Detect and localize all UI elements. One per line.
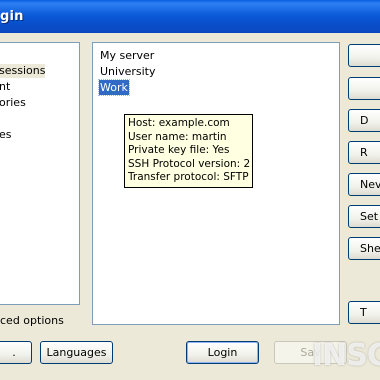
tooltip-private-key: Private key file: Yes bbox=[128, 144, 230, 156]
edit-session-button[interactable] bbox=[348, 77, 380, 100]
watermark-logo: INSC bbox=[312, 338, 380, 373]
tooltip-user-name: User name: martin bbox=[128, 130, 227, 143]
session-tooltip: Host: example.com User name: martin Priv… bbox=[124, 114, 253, 188]
button-label: Login bbox=[207, 346, 238, 359]
button-label: Languages bbox=[46, 346, 107, 359]
nav-item-directories[interactable]: ories bbox=[0, 96, 26, 110]
set-defaults-button[interactable]: Set bbox=[348, 205, 380, 228]
languages-button[interactable]: Languages bbox=[40, 341, 113, 364]
window-title: gin bbox=[0, 9, 24, 24]
advanced-options-checkbox[interactable]: ced options bbox=[0, 314, 64, 327]
tools-button[interactable]: T bbox=[348, 301, 380, 324]
session-item-work[interactable]: Work bbox=[98, 79, 130, 96]
nav-item-label: ories bbox=[0, 96, 26, 109]
delete-button[interactable]: D bbox=[348, 109, 380, 132]
shell-icon-button[interactable]: She bbox=[348, 237, 380, 260]
session-item-label: My server bbox=[100, 49, 155, 62]
button-label: . bbox=[12, 346, 16, 359]
login-button[interactable]: Login bbox=[186, 341, 259, 364]
navigation-tree[interactable]: sessions nt ories es bbox=[0, 42, 80, 305]
nav-item-preferences[interactable]: es bbox=[0, 128, 12, 142]
watermark-text: INSC bbox=[312, 338, 380, 373]
nav-item-label: nt bbox=[0, 80, 11, 93]
tooltip-ssh-version: SSH Protocol version: 2 bbox=[128, 157, 251, 170]
session-item-label: University bbox=[100, 65, 156, 78]
button-label: D bbox=[360, 114, 369, 127]
button-label: Nev bbox=[360, 178, 380, 191]
session-item-university[interactable]: University bbox=[99, 64, 157, 79]
session-item-label: Work bbox=[100, 81, 128, 94]
nav-item-label: sessions bbox=[0, 64, 46, 77]
button-label: Set bbox=[360, 210, 379, 223]
title-bar[interactable]: gin bbox=[0, 0, 380, 33]
tooltip-transfer-protocol: Transfer protocol: SFTP bbox=[128, 171, 249, 183]
new-folder-button[interactable]: Nev bbox=[348, 173, 380, 196]
tooltip-host: Host: example.com bbox=[128, 117, 230, 129]
nav-item-label: es bbox=[0, 128, 12, 141]
button-label: R bbox=[360, 146, 368, 159]
advanced-options-label: ced options bbox=[0, 314, 64, 327]
session-item-my-server[interactable]: My server bbox=[99, 48, 155, 63]
nav-item-stored-sessions[interactable]: sessions bbox=[0, 64, 46, 78]
new-session-button[interactable] bbox=[348, 44, 380, 67]
button-label: She bbox=[360, 242, 380, 255]
button-label: T bbox=[360, 306, 367, 319]
nav-item-environment[interactable]: nt bbox=[0, 80, 10, 94]
rename-button[interactable]: R bbox=[348, 141, 380, 164]
about-button[interactable]: . bbox=[0, 341, 32, 364]
